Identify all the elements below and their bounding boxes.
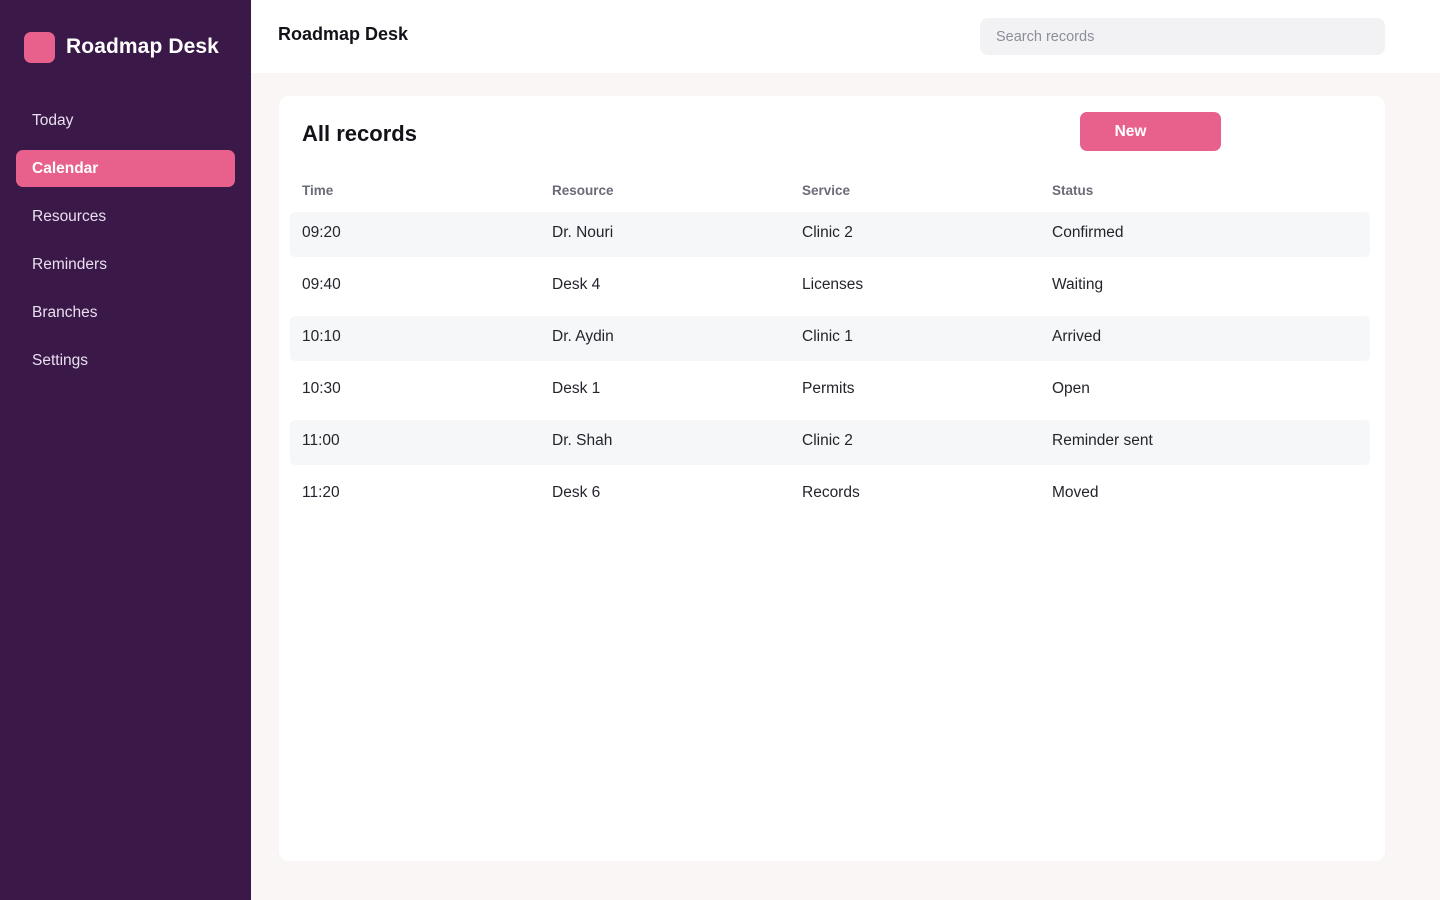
- sidebar-item-calendar[interactable]: Calendar: [16, 150, 235, 187]
- table-row[interactable]: 10:10 Dr. Aydin Clinic 1 Arrived: [290, 316, 1370, 361]
- cell-time: 09:40: [302, 276, 341, 293]
- column-header-resource[interactable]: Resource: [552, 183, 614, 198]
- sidebar: Roadmap Desk Today Calendar Resources Re…: [0, 0, 251, 900]
- sidebar-item-today[interactable]: Today: [16, 102, 235, 139]
- cell-status: Open: [1052, 380, 1090, 397]
- brand-logo-icon: [24, 31, 55, 63]
- table-row[interactable]: 11:20 Desk 6 Records Moved: [290, 472, 1370, 517]
- column-header-status[interactable]: Status: [1052, 183, 1093, 198]
- records-panel: All records New Time Resource Service St…: [279, 96, 1385, 861]
- cell-service: Permits: [802, 380, 855, 397]
- cell-status: Reminder sent: [1052, 432, 1153, 449]
- table-body: 09:20 Dr. Nouri Clinic 2 Confirmed 09:40…: [290, 212, 1370, 524]
- new-record-button[interactable]: New: [1080, 112, 1221, 151]
- cell-time: 11:20: [302, 484, 340, 501]
- cell-status: Waiting: [1052, 276, 1104, 293]
- top-bar: Roadmap Desk: [251, 0, 1440, 73]
- cell-service: Clinic 1: [802, 328, 853, 345]
- cell-status: Moved: [1052, 484, 1099, 501]
- cell-resource: Dr. Aydin: [552, 328, 614, 345]
- table-row[interactable]: 09:20 Dr. Nouri Clinic 2 Confirmed: [290, 212, 1370, 257]
- cell-service: Licenses: [802, 276, 864, 293]
- column-header-time[interactable]: Time: [302, 183, 333, 198]
- cell-status: Arrived: [1052, 328, 1102, 345]
- cell-status: Confirmed: [1052, 224, 1124, 241]
- cell-resource: Dr. Shah: [552, 432, 613, 449]
- sidebar-item-branches[interactable]: Branches: [16, 294, 235, 331]
- sidebar-item-settings[interactable]: Settings: [16, 342, 235, 379]
- sidebar-nav: Today Calendar Resources Reminders Branc…: [16, 102, 235, 390]
- cell-service: Clinic 2: [802, 224, 853, 241]
- sidebar-item-reminders[interactable]: Reminders: [16, 246, 235, 283]
- records-title: All records: [302, 121, 417, 146]
- cell-service: Clinic 2: [802, 432, 853, 449]
- table-header: Time Resource Service Status: [302, 183, 1372, 201]
- page-title: Roadmap Desk: [278, 24, 409, 44]
- cell-time: 10:10: [302, 328, 341, 345]
- brand[interactable]: Roadmap Desk: [24, 28, 219, 66]
- cell-time: 09:20: [302, 224, 341, 241]
- cell-time: 11:00: [302, 432, 340, 449]
- cell-resource: Desk 1: [552, 380, 601, 397]
- cell-resource: Desk 4: [552, 276, 601, 293]
- search-input[interactable]: [980, 18, 1385, 55]
- cell-time: 10:30: [302, 380, 341, 397]
- brand-name: Roadmap Desk: [66, 35, 219, 58]
- cell-resource: Dr. Nouri: [552, 224, 614, 241]
- column-header-service[interactable]: Service: [802, 183, 850, 198]
- cell-service: Records: [802, 484, 860, 501]
- cell-resource: Desk 6: [552, 484, 601, 501]
- sidebar-item-resources[interactable]: Resources: [16, 198, 235, 235]
- table-row[interactable]: 09:40 Desk 4 Licenses Waiting: [290, 264, 1370, 309]
- table-row[interactable]: 11:00 Dr. Shah Clinic 2 Reminder sent: [290, 420, 1370, 465]
- table-row[interactable]: 10:30 Desk 1 Permits Open: [290, 368, 1370, 413]
